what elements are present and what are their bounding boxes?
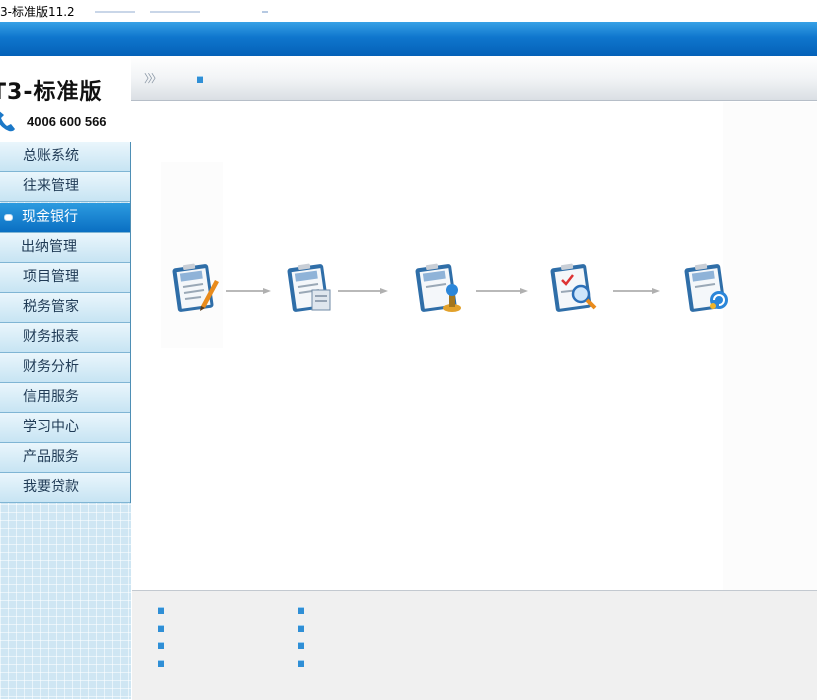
quick-link-bullet-icon[interactable]	[158, 625, 164, 632]
flow-arrow-icon	[226, 288, 271, 294]
sidebar-item-label: 总账系统	[23, 148, 79, 164]
sidebar-item-receivables[interactable]: 往来管理	[0, 172, 130, 202]
flow-shade	[161, 162, 223, 348]
title-ghost	[95, 11, 135, 13]
sidebar-item-tax[interactable]: 税务管家	[0, 293, 130, 323]
sidebar-item-general-ledger[interactable]: 总账系统	[0, 142, 130, 172]
flow-arrow-icon	[613, 288, 660, 294]
sidebar-item-credit[interactable]: 信用服务	[0, 383, 130, 413]
bank-form-copy-icon[interactable]	[286, 262, 336, 314]
sidebar-item-projects[interactable]: 项目管理	[0, 263, 130, 293]
quick-link-bullet-icon[interactable]	[158, 642, 164, 649]
sidebar-item-label: 我要贷款	[23, 479, 79, 495]
sidebar-item-label: 现金银行	[22, 209, 78, 225]
sidebar-item-loans[interactable]: 我要贷款	[0, 473, 130, 503]
quick-link-bullet-icon[interactable]	[298, 642, 304, 649]
title-ghost	[262, 11, 268, 13]
sidebar-item-label: 学习中心	[23, 419, 79, 435]
bank-form-stamp-icon[interactable]	[414, 262, 464, 314]
breadcrumb-bullet-icon	[197, 76, 203, 83]
quick-link-bullet-icon[interactable]	[298, 607, 304, 614]
flow-arrow-icon	[338, 288, 388, 294]
logo: T3-标准版 4006 600 566	[0, 56, 131, 143]
quick-link-bullet-icon[interactable]	[298, 625, 304, 632]
sidebar-item-cash-bank[interactable]: 现金银行	[0, 203, 130, 233]
breadcrumb-arrows: 〉〉〉	[144, 72, 162, 85]
sidebar-item-label: 往来管理	[23, 178, 79, 194]
title-ghost	[150, 11, 200, 13]
main-content: 〉〉〉	[131, 56, 817, 700]
bank-form-search-icon[interactable]	[549, 262, 599, 314]
title-bar: 3-标准版11.2	[0, 0, 817, 22]
sidebar-item-label: 项目管理	[23, 269, 79, 285]
quick-link-bullet-icon[interactable]	[298, 660, 304, 667]
quick-link-bullet-icon[interactable]	[158, 607, 164, 614]
window-title: 3-标准版11.2	[0, 5, 75, 19]
bank-form-refresh-icon[interactable]	[683, 262, 733, 314]
bank-form-edit-icon[interactable]	[171, 262, 221, 314]
sidebar-item-reports[interactable]: 财务报表	[0, 323, 130, 353]
sidebar-item-label: 出纳管理	[21, 239, 77, 255]
sidebar: T3-标准版 4006 600 566 总账系统 往来管理 现金银行 出纳管理 …	[0, 56, 131, 699]
sidebar-menu: 总账系统 往来管理 现金银行 出纳管理 项目管理 税务管家 财务报表 财务分析 …	[0, 142, 131, 503]
quick-link-bullet-icon[interactable]	[158, 660, 164, 667]
logo-brand: T3-标准版	[0, 80, 103, 105]
quick-links-panel	[132, 590, 817, 700]
sidebar-item-label: 财务报表	[23, 329, 79, 345]
sidebar-item-learning[interactable]: 学习中心	[0, 413, 130, 443]
flow-shade	[723, 102, 817, 590]
sidebar-item-label: 产品服务	[23, 449, 79, 465]
phone-icon	[0, 111, 15, 132]
sidebar-item-label: 税务管家	[23, 299, 79, 315]
breadcrumb: 〉〉〉	[131, 56, 817, 101]
header-band	[0, 22, 817, 57]
flow-arrow-icon	[476, 288, 528, 294]
logo-phone: 4006 600 566	[27, 114, 107, 129]
sidebar-item-products[interactable]: 产品服务	[0, 443, 130, 473]
sidebar-item-analysis[interactable]: 财务分析	[0, 353, 130, 383]
sidebar-item-label: 财务分析	[23, 359, 79, 375]
sidebar-item-cashier[interactable]: 出纳管理	[0, 233, 130, 263]
sidebar-item-label: 信用服务	[23, 389, 79, 405]
flow-area	[131, 102, 817, 590]
bullet-icon	[4, 214, 13, 221]
